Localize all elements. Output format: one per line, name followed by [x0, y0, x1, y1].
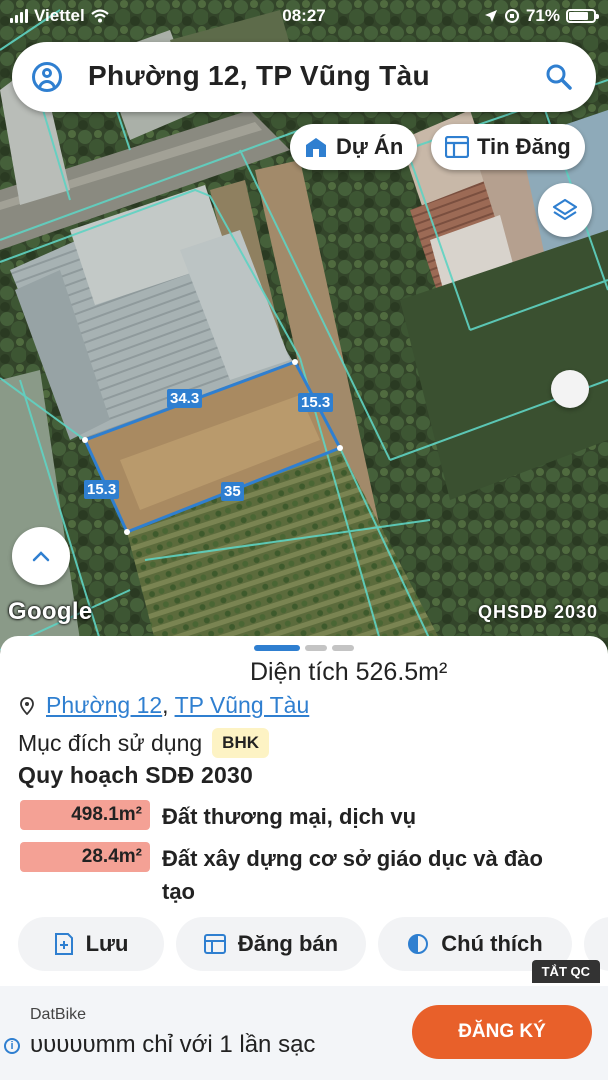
action-row: Lưu Đăng bán Chú thích — [18, 917, 608, 973]
plot-area: Diện tích 526.5m² — [250, 658, 448, 686]
listing-card-icon — [445, 136, 469, 158]
search-query[interactable]: Phường 12, TP Vũng Tàu — [88, 60, 430, 92]
user-account-icon[interactable] — [32, 62, 62, 92]
search-icon[interactable] — [544, 62, 574, 92]
plan-item-label: Đất thương mại, dịch vụ — [162, 804, 417, 829]
contrast-icon — [408, 934, 429, 954]
land-purpose: Mục đích sử dụng BHK — [18, 728, 270, 758]
layer-label: QHSDĐ 2030 — [477, 602, 598, 622]
plan-item-label: Đất xây dựng cơ sở giáo dục và đào tạo — [162, 846, 543, 904]
listings-button[interactable]: Tin Đăng — [431, 124, 585, 170]
ad-cta-button[interactable]: ĐĂNG KÝ — [412, 1005, 592, 1059]
chevron-up-icon — [32, 551, 50, 562]
plan-item-area: 28.4m² — [20, 842, 150, 872]
ad-banner[interactable]: i DatBike ᴜᴜᴜᴜᴜmm chỉ với 1 lần sạc ĐĂNG… — [0, 986, 608, 1080]
city-link[interactable]: TP Vũng Tàu — [175, 692, 310, 719]
close-ad-tag[interactable]: TẮT QC — [531, 960, 600, 983]
purpose-badge: BHK — [212, 728, 270, 758]
save-button[interactable]: Lưu — [18, 917, 164, 971]
battery-percent: 71% — [525, 6, 560, 25]
dimension-label-left: 15.3 — [84, 480, 120, 499]
post-sale-label: Đăng bán — [237, 931, 339, 956]
sheet-page-indicator[interactable] — [254, 645, 354, 651]
opacity-slider-handle[interactable] — [551, 370, 589, 408]
projects-button[interactable]: Dự Án — [290, 124, 418, 170]
plan-item-area: 498.1m² — [20, 800, 150, 830]
expand-up-button[interactable] — [12, 527, 70, 585]
search-bar[interactable]: Phường 12, TP Vũng Tàu — [12, 42, 596, 112]
save-label: Lưu — [85, 931, 129, 956]
ad-brand: DatBike — [30, 1006, 87, 1023]
plan-item: 498.1m² Đất thương mại, dịch vụ — [20, 800, 562, 833]
ad-message: ᴜᴜᴜᴜᴜmm chỉ với 1 lần sạc — [30, 1031, 316, 1058]
location-separator: , — [162, 692, 169, 718]
map-pin-icon — [20, 696, 34, 715]
status-bar: Viettel 08:27 71% — [0, 0, 608, 32]
plan-title: Quy hoạch SDĐ 2030 — [18, 762, 253, 788]
building-icon — [306, 138, 326, 157]
legend-label: Chú thích — [441, 931, 543, 956]
bookmark-add-icon — [54, 933, 73, 955]
listing-card-icon — [203, 934, 226, 954]
listings-label: Tin Đăng — [477, 134, 571, 159]
dimension-label-top: 34.3 — [167, 389, 203, 408]
battery-icon — [566, 9, 599, 23]
google-watermark: Google — [8, 598, 93, 625]
post-sale-button[interactable]: Đăng bán — [176, 917, 366, 971]
map-layers-button[interactable] — [538, 183, 592, 237]
location-arrow-icon — [484, 10, 497, 22]
layers-icon — [552, 198, 578, 221]
plot-location: Phường 12 , TP Vũng Tàu — [20, 692, 309, 719]
projects-label: Dự Án — [336, 134, 404, 159]
plan-item: 28.4m² Đất xây dựng cơ sở giáo dục và đà… — [20, 842, 562, 908]
ad-info-icon[interactable]: i — [4, 1038, 20, 1054]
status-right: 71% — [484, 6, 599, 26]
ward-link[interactable]: Phường 12 — [46, 692, 162, 719]
dimension-label-right: 15.3 — [298, 393, 334, 412]
dimension-label-bottom: 35 — [221, 482, 244, 501]
purpose-label: Mục đích sử dụng — [18, 729, 203, 756]
orientation-lock-icon — [504, 9, 519, 23]
